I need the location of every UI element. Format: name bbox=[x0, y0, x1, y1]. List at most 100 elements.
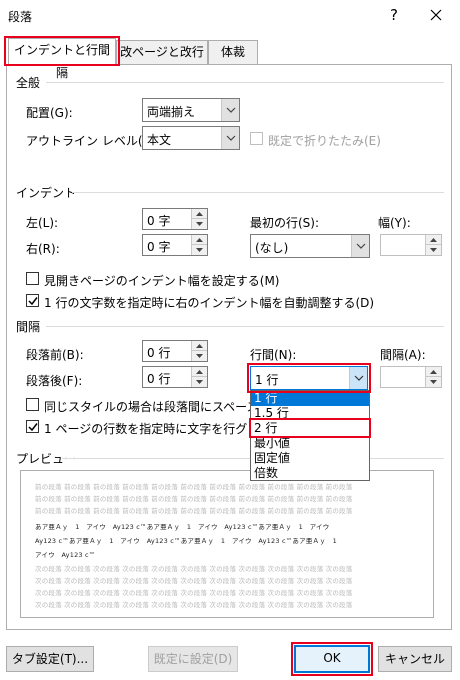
title-bar: 段落 ? bbox=[0, 0, 460, 32]
chevron-down-icon bbox=[226, 135, 236, 141]
space-after-spinner[interactable]: 0 行 bbox=[142, 366, 208, 388]
tabs-button[interactable]: タブ設定(T)... bbox=[6, 646, 94, 672]
close-button[interactable] bbox=[424, 4, 448, 26]
cancel-button[interactable]: キャンセル bbox=[378, 646, 452, 672]
triangle-up-icon bbox=[430, 370, 437, 374]
collapsed-label: 既定で折りたたみ(E) bbox=[268, 134, 381, 148]
indent-section-title: インデント bbox=[16, 184, 81, 201]
spacing-at-label: 間隔(A): bbox=[380, 348, 426, 362]
spin-down-button[interactable] bbox=[192, 377, 207, 387]
triangle-up-icon bbox=[196, 370, 203, 374]
line-spacing-value: 1 行 bbox=[255, 373, 279, 387]
tab-indent-spacing[interactable]: インデントと行間隔 bbox=[8, 38, 116, 80]
close-icon bbox=[430, 9, 442, 21]
snap-to-grid-checkbox[interactable] bbox=[26, 420, 39, 433]
checkmark-icon bbox=[28, 423, 38, 432]
triangle-up-icon bbox=[196, 238, 203, 242]
alignment-dropdown-button[interactable] bbox=[221, 99, 239, 121]
width-spinner[interactable] bbox=[380, 234, 442, 256]
line-spacing-option-1-5[interactable]: 1.5 行 bbox=[251, 406, 369, 421]
spin-up-button[interactable] bbox=[192, 341, 207, 351]
line-spacing-dropdown-list: 1 行 1.5 行 2 行 最小値 固定値 倍数 bbox=[250, 390, 370, 481]
first-line-dropdown-button[interactable] bbox=[351, 235, 369, 257]
line-spacing-option-at-least[interactable]: 最小値 bbox=[251, 436, 369, 451]
spin-up-button[interactable] bbox=[192, 235, 207, 245]
space-after-label: 段落後(F): bbox=[26, 374, 83, 388]
indent-separator bbox=[72, 192, 444, 193]
triangle-up-icon bbox=[196, 212, 203, 216]
right-indent-value: 0 字 bbox=[147, 240, 171, 254]
first-line-select[interactable]: (なし) bbox=[250, 234, 370, 258]
spacing-section-title: 間隔 bbox=[16, 318, 45, 335]
spinner-arrows bbox=[425, 235, 441, 255]
preview-next-paragraph: 次の段落 次の段落 次の段落 次の段落 次の段落 次の段落 次の段落 次の段落 … bbox=[35, 601, 353, 609]
alignment-value: 両端揃え bbox=[147, 105, 196, 119]
triangle-down-icon bbox=[196, 222, 203, 226]
auto-adjust-label: 1 行の文字数を指定時に右のインデント幅を自動調整する(D) bbox=[44, 296, 375, 310]
triangle-up-icon bbox=[196, 344, 203, 348]
spinner-arrows bbox=[191, 209, 207, 229]
set-default-button[interactable]: 既定に設定(D) bbox=[148, 646, 238, 672]
space-before-label: 段落前(B): bbox=[26, 348, 84, 362]
spinner-arrows bbox=[191, 341, 207, 361]
snap-to-grid-label: 1 ページの行数を指定時に文字を行グリッド bbox=[44, 422, 284, 436]
line-spacing-select[interactable]: 1 行 bbox=[250, 366, 368, 390]
spin-down-button[interactable] bbox=[192, 245, 207, 255]
spin-up-button[interactable] bbox=[192, 209, 207, 219]
line-spacing-dropdown-button[interactable] bbox=[349, 367, 367, 389]
outline-dropdown-button[interactable] bbox=[221, 127, 239, 149]
tab-line-page-breaks[interactable]: 改ページと改行 bbox=[116, 40, 208, 64]
triangle-down-icon bbox=[430, 380, 437, 384]
triangle-down-icon bbox=[196, 248, 203, 252]
spacing-at-spinner[interactable] bbox=[380, 366, 442, 388]
mirror-indents-checkbox[interactable] bbox=[26, 272, 39, 285]
spin-down-button[interactable] bbox=[192, 351, 207, 361]
outline-level-label: アウトライン レベル(O): bbox=[26, 134, 161, 148]
spacing-separator bbox=[46, 326, 444, 327]
line-spacing-option-multiple[interactable]: 倍数 bbox=[251, 466, 369, 481]
space-before-spinner[interactable]: 0 行 bbox=[142, 340, 208, 362]
preview-sample-text: アイウ Ay123 c™ bbox=[35, 551, 96, 559]
triangle-down-icon bbox=[196, 354, 203, 358]
spin-down-button[interactable] bbox=[426, 377, 441, 387]
right-indent-label: 右(R): bbox=[26, 242, 60, 256]
left-indent-label: 左(L): bbox=[26, 216, 59, 230]
preview-sample-text: あア亜Ａｙ 1 アイウ Ay123 c™あア亜Ａｙ 1 アイウ Ay123 c™… bbox=[35, 523, 330, 531]
preview-previous-paragraph: 前の段落 前の段落 前の段落 前の段落 前の段落 前の段落 前の段落 前の段落 … bbox=[35, 495, 353, 503]
space-before-value: 0 行 bbox=[147, 346, 171, 360]
triangle-up-icon bbox=[430, 238, 437, 242]
outline-level-value: 本文 bbox=[147, 133, 172, 147]
spin-down-button[interactable] bbox=[426, 245, 441, 255]
general-separator bbox=[46, 82, 444, 83]
chevron-down-icon bbox=[356, 243, 366, 249]
chevron-down-icon bbox=[354, 375, 364, 381]
right-indent-spinner[interactable]: 0 字 bbox=[142, 234, 208, 256]
tab-typography[interactable]: 体裁 bbox=[208, 40, 258, 64]
preview-next-paragraph: 次の段落 次の段落 次の段落 次の段落 次の段落 次の段落 次の段落 次の段落 … bbox=[35, 565, 353, 573]
line-spacing-option-double[interactable]: 2 行 bbox=[251, 421, 369, 436]
auto-adjust-checkbox[interactable] bbox=[26, 294, 39, 307]
line-spacing-option-exactly[interactable]: 固定値 bbox=[251, 451, 369, 466]
spin-down-button[interactable] bbox=[192, 219, 207, 229]
spin-up-button[interactable] bbox=[192, 367, 207, 377]
spin-up-button[interactable] bbox=[426, 235, 441, 245]
preview-previous-paragraph: 前の段落 前の段落 前の段落 前の段落 前の段落 前の段落 前の段落 前の段落 … bbox=[35, 483, 353, 491]
alignment-select[interactable]: 両端揃え bbox=[142, 98, 240, 122]
collapsed-checkbox[interactable] bbox=[250, 132, 263, 145]
ok-button[interactable]: OK bbox=[294, 645, 370, 673]
help-button[interactable]: ? bbox=[384, 4, 404, 26]
preview-previous-paragraph: 前の段落 前の段落 前の段落 前の段落 前の段落 前の段落 前の段落 前の段落 … bbox=[35, 507, 353, 515]
space-after-value: 0 行 bbox=[147, 372, 171, 386]
dialog-title: 段落 bbox=[8, 10, 33, 24]
alignment-label: 配置(G): bbox=[26, 106, 73, 120]
spinner-arrows bbox=[191, 367, 207, 387]
line-spacing-option-single[interactable]: 1 行 bbox=[251, 391, 369, 406]
preview-next-paragraph: 次の段落 次の段落 次の段落 次の段落 次の段落 次の段落 次の段落 次の段落 … bbox=[35, 577, 353, 585]
left-indent-spinner[interactable]: 0 字 bbox=[142, 208, 208, 230]
no-space-same-style-checkbox[interactable] bbox=[26, 398, 39, 411]
triangle-down-icon bbox=[196, 380, 203, 384]
outline-level-select[interactable]: 本文 bbox=[142, 126, 240, 150]
spin-up-button[interactable] bbox=[426, 367, 441, 377]
width-label: 幅(Y): bbox=[378, 216, 411, 230]
triangle-down-icon bbox=[430, 248, 437, 252]
